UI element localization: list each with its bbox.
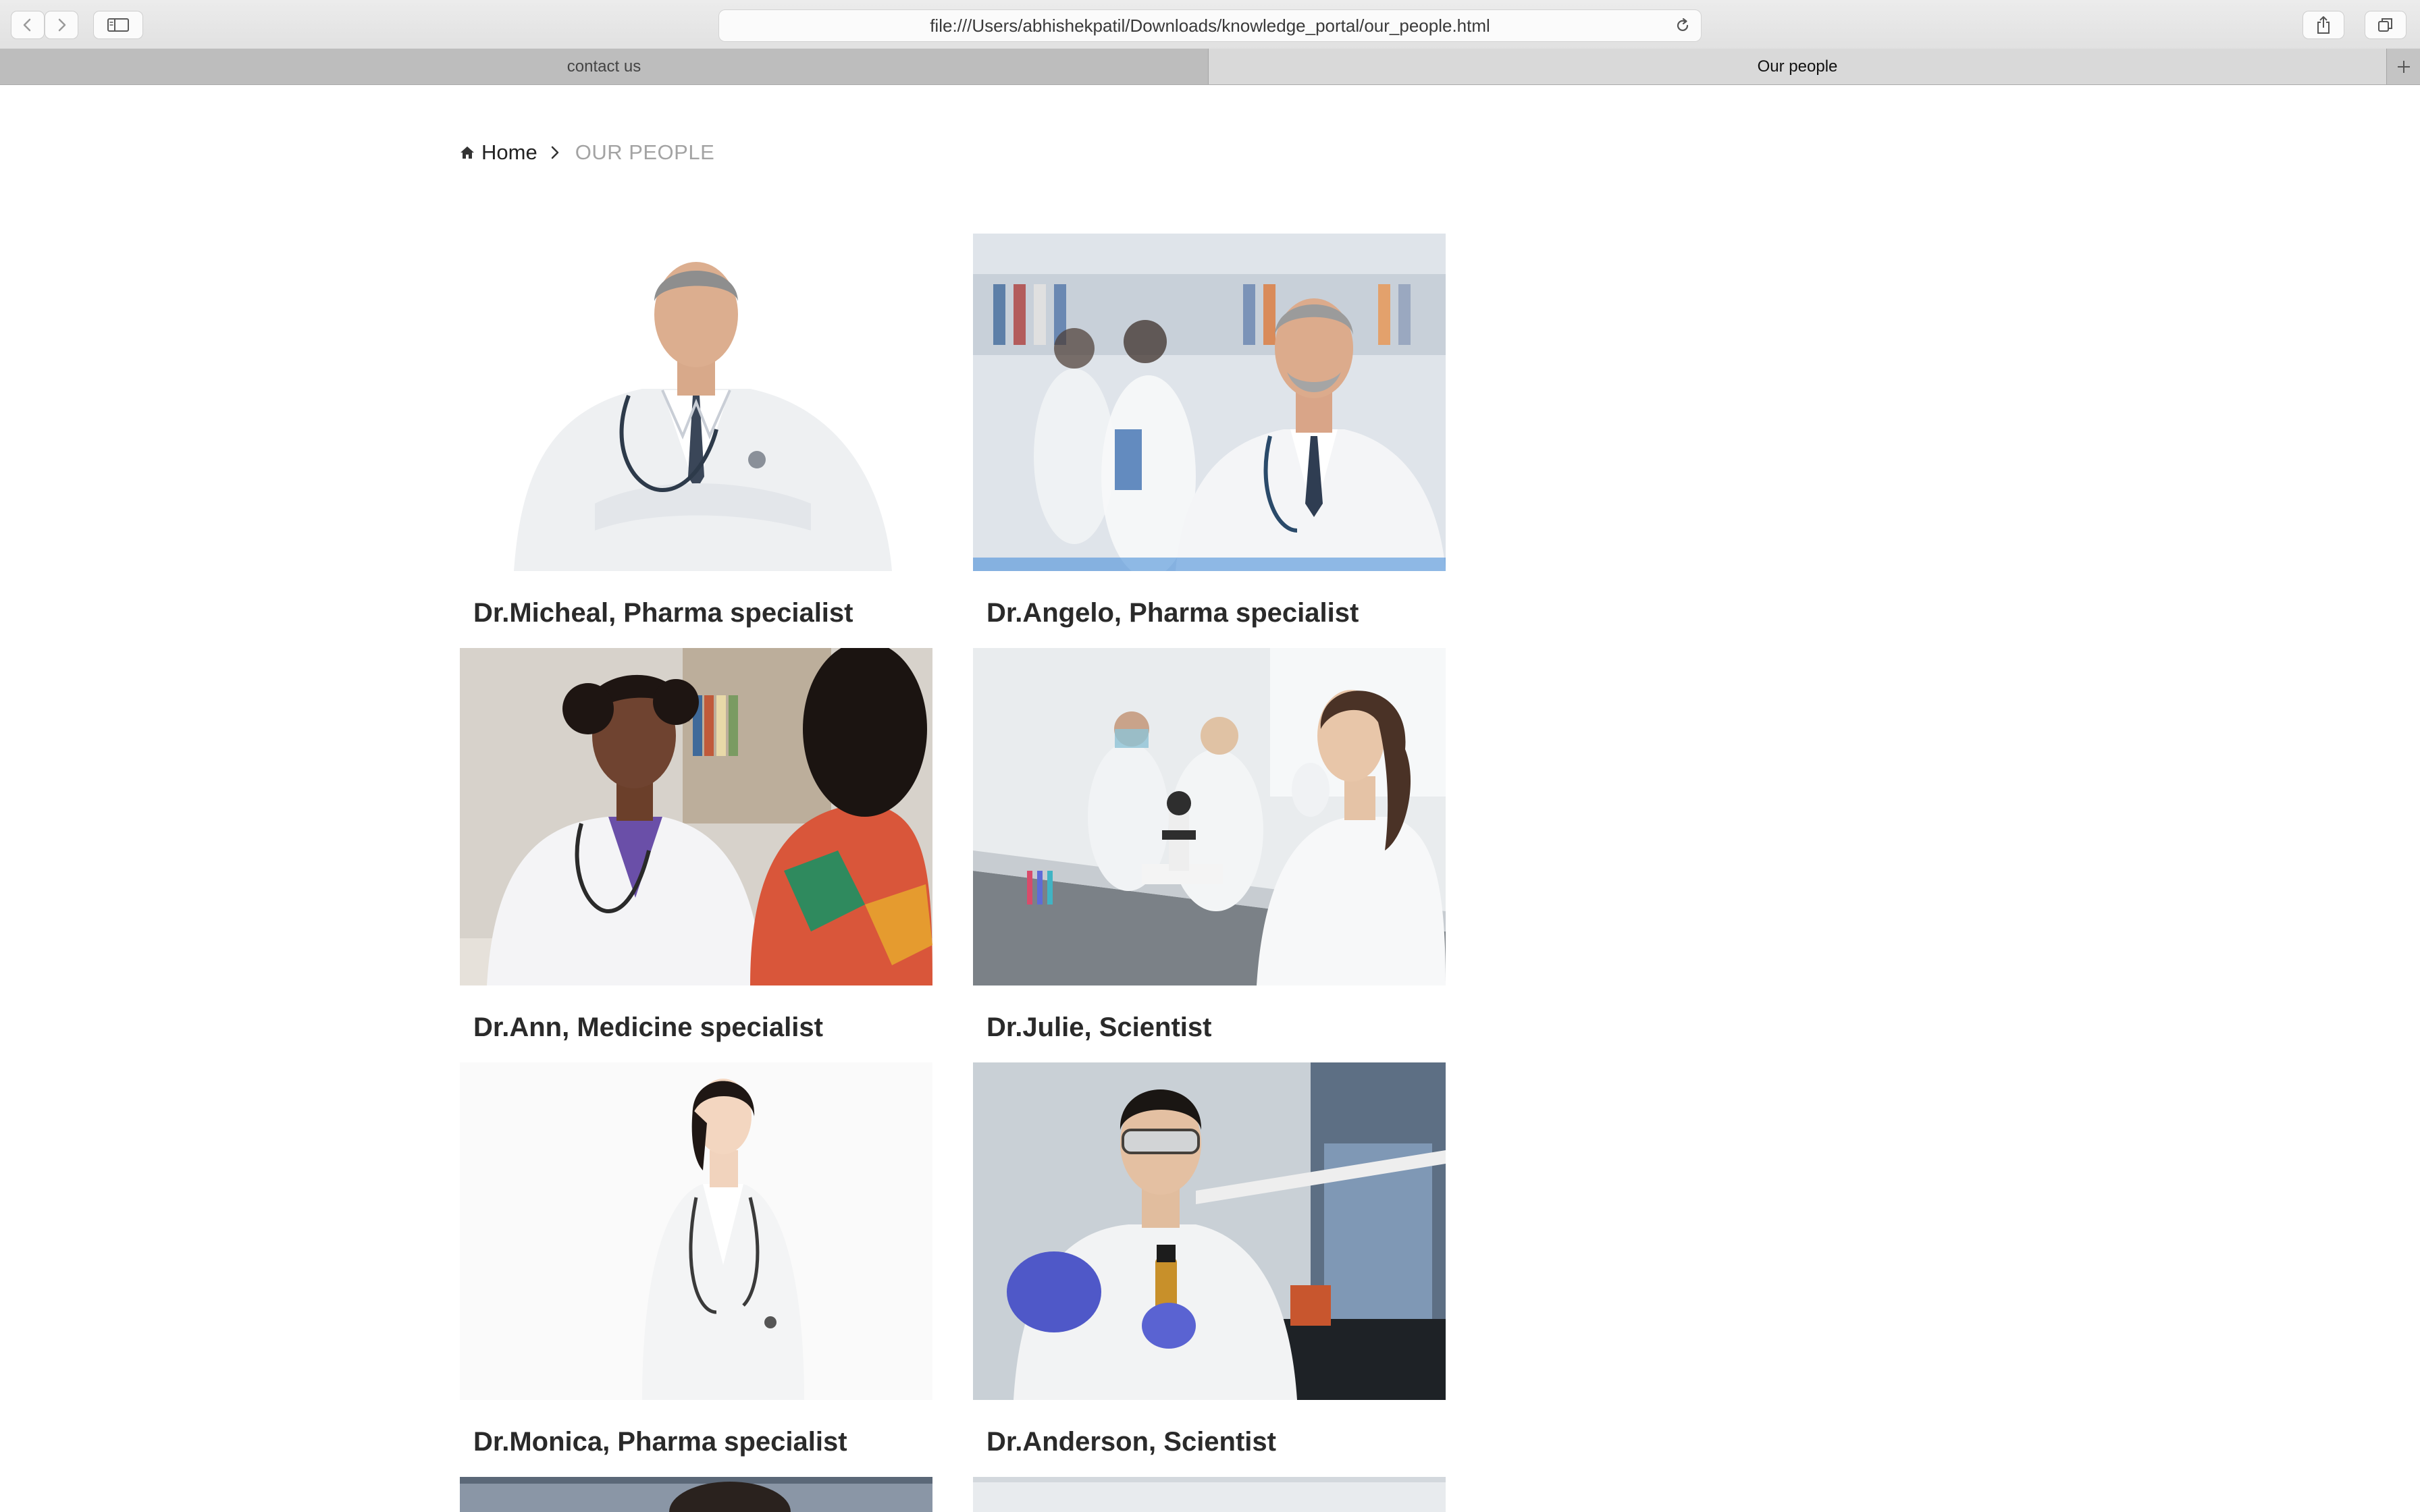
home-icon bbox=[461, 146, 474, 159]
breadcrumb-current: OUR PEOPLE bbox=[575, 140, 715, 164]
tab-our-people[interactable]: Our people bbox=[1209, 49, 2386, 84]
person-photo bbox=[973, 234, 1446, 571]
tab-bar: contact us Our people bbox=[0, 49, 2420, 85]
chevron-right-icon bbox=[551, 146, 558, 159]
plus-icon bbox=[2397, 60, 2410, 73]
person-photo bbox=[460, 648, 932, 986]
browser-toolbar: file:///Users/abhishekpatil/Downloads/kn… bbox=[0, 0, 2420, 49]
person-photo bbox=[973, 648, 1446, 986]
person-photo bbox=[973, 1062, 1446, 1400]
reload-icon bbox=[1677, 18, 1689, 32]
forward-button[interactable] bbox=[45, 11, 78, 39]
person-name: Dr.Anderson, Scientist bbox=[987, 1427, 1276, 1457]
tab-contact-us[interactable]: contact us bbox=[0, 49, 1209, 84]
reload-button[interactable] bbox=[1674, 17, 1691, 38]
person-photo bbox=[460, 1477, 932, 1512]
tabs-overview-button[interactable] bbox=[2365, 11, 2406, 39]
address-bar[interactable]: file:///Users/abhishekpatil/Downloads/kn… bbox=[718, 9, 1702, 42]
person-photo bbox=[973, 1477, 1446, 1512]
tabs-overview-icon bbox=[2378, 18, 2392, 32]
breadcrumb-home-link[interactable]: Home bbox=[481, 140, 537, 165]
sidebar-button[interactable] bbox=[93, 11, 143, 39]
forward-icon bbox=[58, 18, 66, 32]
sidebar-icon bbox=[107, 18, 129, 32]
person-photo bbox=[460, 234, 932, 571]
share-button[interactable] bbox=[2303, 11, 2344, 39]
share-icon bbox=[2317, 16, 2330, 34]
person-name: Dr.Ann, Medicine specialist bbox=[473, 1013, 823, 1042]
back-button[interactable] bbox=[11, 11, 45, 39]
breadcrumb: Home OUR PEOPLE bbox=[460, 138, 714, 167]
person-photo bbox=[460, 1062, 932, 1400]
person-name: Dr.Angelo, Pharma specialist bbox=[987, 598, 1359, 628]
person-name: Dr.Monica, Pharma specialist bbox=[473, 1427, 847, 1457]
url-text[interactable]: file:///Users/abhishekpatil/Downloads/kn… bbox=[760, 10, 1660, 41]
person-name: Dr.Micheal, Pharma specialist bbox=[473, 598, 853, 628]
new-tab-button[interactable] bbox=[2386, 49, 2420, 84]
back-icon bbox=[23, 18, 31, 32]
person-name: Dr.Julie, Scientist bbox=[987, 1013, 1212, 1042]
